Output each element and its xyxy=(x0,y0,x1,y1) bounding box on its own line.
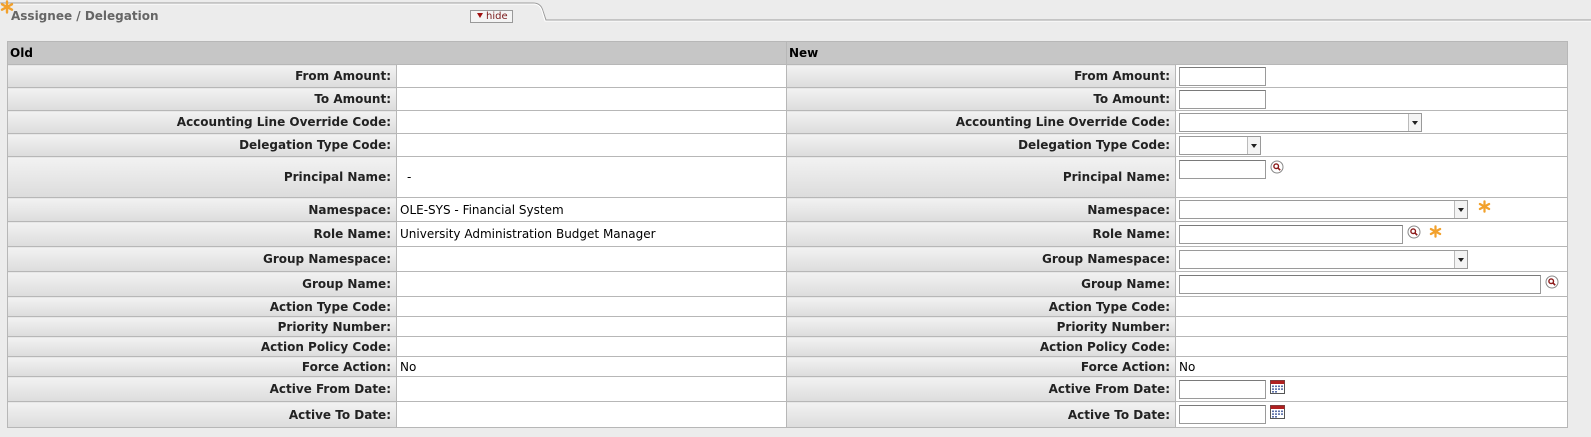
tab-outline xyxy=(0,2,1591,22)
field-value-old xyxy=(396,296,787,317)
field-value-old xyxy=(396,376,787,402)
group-namespace-select[interactable] xyxy=(1179,249,1468,269)
field-value-new xyxy=(1175,316,1568,337)
field-value-old xyxy=(396,64,787,88)
field-value-new xyxy=(1175,336,1568,357)
field-value-old xyxy=(396,87,787,111)
new-column-header: New xyxy=(786,41,1568,65)
field-value-old xyxy=(396,336,787,357)
accounting-line-override-select[interactable] xyxy=(1179,112,1422,132)
chevron-down-icon xyxy=(1247,136,1260,154)
field-value-old: - xyxy=(396,156,787,198)
field-label-old: Group Namespace: xyxy=(7,246,397,272)
asterisk-icon xyxy=(0,0,14,14)
field-label-new: Force Action: xyxy=(786,356,1176,377)
asterisk-icon xyxy=(1478,200,1491,213)
magnifier-icon[interactable] xyxy=(1407,225,1421,239)
field-label-new: Namespace: xyxy=(786,197,1176,222)
field-value-old xyxy=(396,110,787,134)
namespace-select[interactable] xyxy=(1179,200,1468,219)
table-row: Action Policy Code: Action Policy Code: xyxy=(7,336,1568,357)
section-tab-bar: Assignee / Delegation hide xyxy=(0,0,1591,24)
triangle-down-icon xyxy=(477,13,483,18)
table-row: Namespace: OLE-SYS - Financial System Na… xyxy=(7,197,1568,222)
principal-name-input[interactable] xyxy=(1179,160,1266,179)
chevron-down-icon xyxy=(1454,250,1467,268)
field-label-old: Accounting Line Override Code: xyxy=(7,110,397,134)
field-label-new: Priority Number: xyxy=(786,316,1176,337)
field-label-old: Group Name: xyxy=(7,271,397,297)
chevron-down-icon xyxy=(1454,201,1467,218)
table-row: Action Type Code: Action Type Code: xyxy=(7,296,1568,317)
hide-button[interactable]: hide xyxy=(470,10,513,23)
table-row: Accounting Line Override Code: Accountin… xyxy=(7,110,1568,134)
field-label-old: Active From Date: xyxy=(7,376,397,402)
chevron-down-icon xyxy=(1408,113,1421,131)
field-label-new: From Amount: xyxy=(786,64,1176,88)
field-label-new: Principal Name: xyxy=(786,156,1176,198)
calendar-icon[interactable] xyxy=(1270,379,1285,394)
field-value-old: University Administration Budget Manager xyxy=(396,221,787,247)
field-label-new: Action Type Code: xyxy=(786,296,1176,317)
field-label-old: Role Name: xyxy=(7,221,397,247)
field-value-old: OLE-SYS - Financial System xyxy=(396,197,787,222)
to-amount-input[interactable] xyxy=(1179,89,1266,109)
field-value-old xyxy=(396,133,787,157)
field-value-new: No xyxy=(1175,356,1568,377)
assignee-delegation-table: Old New From Amount: From Amount: To Amo… xyxy=(7,41,1568,428)
field-label-new: Group Name: xyxy=(786,271,1176,297)
field-label-new: Delegation Type Code: xyxy=(786,133,1176,157)
table-row: Role Name: University Administration Bud… xyxy=(7,221,1568,247)
table-row: Delegation Type Code: Delegation Type Co… xyxy=(7,133,1568,157)
field-label-old: Action Policy Code: xyxy=(7,336,397,357)
table-row: From Amount: From Amount: xyxy=(7,64,1568,88)
group-name-input[interactable] xyxy=(1179,274,1541,294)
field-label-old: Namespace: xyxy=(7,197,397,222)
field-label-new: Accounting Line Override Code: xyxy=(786,110,1176,134)
active-from-date-input[interactable] xyxy=(1179,379,1266,399)
old-column-header: Old xyxy=(7,41,787,65)
hide-button-label: hide xyxy=(486,11,508,22)
calendar-icon[interactable] xyxy=(1270,405,1285,419)
field-label-old: Principal Name: xyxy=(7,156,397,198)
table-row: Active To Date: Active To Date: xyxy=(7,401,1568,428)
field-label-new: Action Policy Code: xyxy=(786,336,1176,357)
table-row: Group Name: Group Name: xyxy=(7,271,1568,297)
active-to-date-input[interactable] xyxy=(1179,405,1266,424)
field-label-new: Active To Date: xyxy=(786,401,1176,428)
field-value-old xyxy=(396,271,787,297)
asterisk-icon xyxy=(1429,224,1442,238)
from-amount-input[interactable] xyxy=(1179,66,1266,86)
field-label-old: From Amount: xyxy=(7,64,397,88)
field-value-old: No xyxy=(396,356,787,377)
field-label-old: Force Action: xyxy=(7,356,397,377)
field-label-old: Priority Number: xyxy=(7,316,397,337)
delegation-type-select[interactable] xyxy=(1179,135,1261,155)
role-name-input[interactable] xyxy=(1179,224,1403,244)
table-row: Force Action: No Force Action: No xyxy=(7,356,1568,377)
field-value-old xyxy=(396,246,787,272)
field-label-new: Role Name: xyxy=(786,221,1176,247)
field-label-old: Active To Date: xyxy=(7,401,397,428)
section-title: Assignee / Delegation xyxy=(11,9,159,23)
table-row: Active From Date: Active From Date: xyxy=(7,376,1568,402)
field-label-old: Delegation Type Code: xyxy=(7,133,397,157)
magnifier-icon[interactable] xyxy=(1270,160,1284,174)
field-value-new xyxy=(1175,296,1568,317)
table-row: Priority Number: Priority Number: xyxy=(7,316,1568,337)
field-label-new: Group Namespace: xyxy=(786,246,1176,272)
field-label-old: Action Type Code: xyxy=(7,296,397,317)
table-row: Group Namespace: Group Namespace: xyxy=(7,246,1568,272)
field-label-old: To Amount: xyxy=(7,87,397,111)
table-row: Principal Name: - Principal Name: xyxy=(7,156,1568,198)
field-label-new: To Amount: xyxy=(786,87,1176,111)
field-value-old xyxy=(396,316,787,337)
magnifier-icon[interactable] xyxy=(1545,275,1559,289)
field-label-new: Active From Date: xyxy=(786,376,1176,402)
table-row: To Amount: To Amount: xyxy=(7,87,1568,111)
field-value-old xyxy=(396,401,787,428)
